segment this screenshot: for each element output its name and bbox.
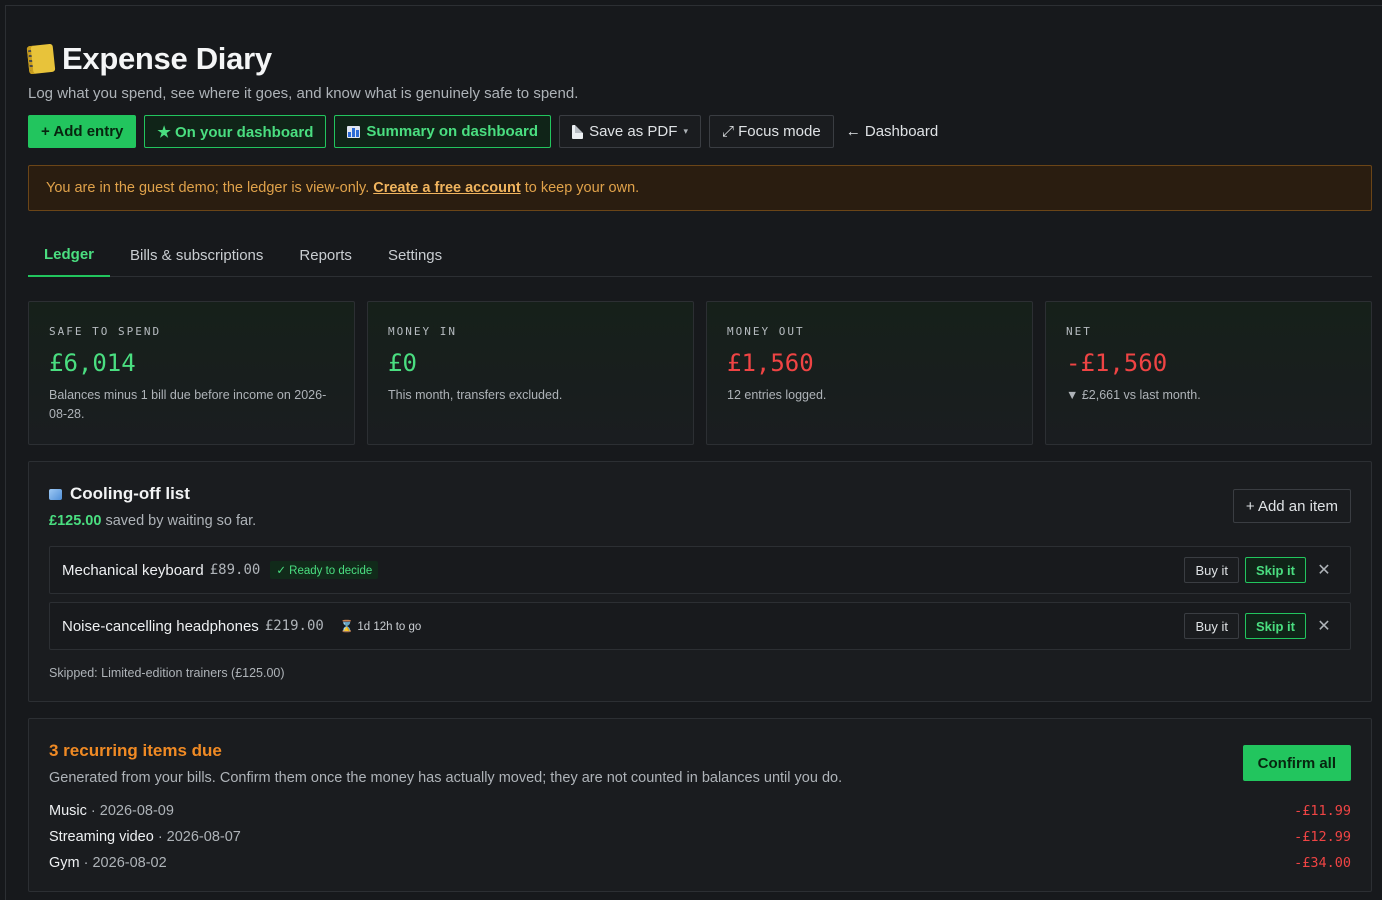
recurring-amount: -£12.99 — [1294, 829, 1351, 845]
stat-label: MONEY OUT — [727, 325, 805, 338]
item-price: £89.00 — [209, 562, 261, 578]
stat-note: This month, transfers excluded. — [388, 388, 563, 402]
tab-ledger[interactable]: Ledger — [28, 234, 111, 277]
stat-value: £1,560 — [727, 349, 814, 377]
stat-card-net: NET -£1,560 ▼ £2,661 vs last month. — [1045, 301, 1372, 445]
add-entry-button[interactable]: + Add entry — [28, 115, 137, 148]
stats-row: SAFE TO SPEND £6,014 Balances minus 1 bi… — [28, 301, 1372, 445]
saved-text: saved by waiting so far. — [105, 513, 257, 529]
recurring-amount: -£34.00 — [1294, 855, 1351, 871]
list-item: Streaming video · 2026-08-07 -£12.99 — [49, 824, 1351, 850]
bar-chart-icon — [347, 125, 361, 138]
stat-label: SAFE TO SPEND — [49, 325, 162, 338]
focus-mode-button[interactable]: ⤢ Focus mode — [708, 115, 834, 148]
item-name: Mechanical keyboard — [62, 561, 204, 579]
stat-card-safe-to-spend: SAFE TO SPEND £6,014 Balances minus 1 bi… — [28, 301, 355, 445]
app-frame: Expense Diary Log what you spend, see wh… — [5, 5, 1382, 900]
skip-it-button[interactable]: Skip it — [1244, 613, 1306, 639]
cooling-off-saved: £125.00 saved by waiting so far. — [49, 513, 1351, 529]
stat-note: 12 entries logged. — [727, 388, 827, 402]
recurring-name: Streaming video — [49, 829, 154, 845]
recurring-item-label: Music · 2026-08-09 — [49, 803, 174, 819]
save-pdf-button[interactable]: Save as PDF ▾ — [559, 115, 701, 148]
ice-cube-icon — [49, 488, 62, 500]
page-content: Expense Diary Log what you spend, see wh… — [26, 36, 1372, 892]
item-price: £219.00 — [264, 618, 324, 634]
cooling-off-card: Cooling-off list £125.00 saved by waitin… — [28, 461, 1372, 702]
summary-dashboard-button[interactable]: Summary on dashboard — [334, 115, 552, 148]
item-actions: Buy it Skip it ✕ — [1184, 557, 1336, 583]
recurring-date: · 2026-08-02 — [83, 855, 167, 871]
cooling-off-header: Cooling-off list — [49, 484, 1351, 504]
stat-card-money-out: MONEY OUT £1,560 12 entries logged. — [706, 301, 1033, 445]
list-item: Noise-cancelling headphones £219.00 ⌛ 1d… — [49, 602, 1351, 650]
skipped-note: Skipped: Limited-edition trainers (£125.… — [49, 666, 285, 680]
tab-settings[interactable]: Settings — [372, 234, 458, 277]
item-name: Noise-cancelling headphones — [62, 617, 259, 635]
stat-note: Balances minus 1 bill due before income … — [49, 388, 327, 421]
stat-value: £0 — [388, 349, 417, 377]
recurring-date: · 2026-08-09 — [90, 803, 174, 819]
recurring-item-label: Streaming video · 2026-08-07 — [49, 829, 241, 845]
recurring-description: Generated from your bills. Confirm them … — [49, 770, 843, 786]
stat-note: ▼ £2,661 vs last month. — [1066, 388, 1201, 402]
stat-label: MONEY IN — [388, 325, 457, 338]
recurring-list: Music · 2026-08-09 -£11.99 Streaming vid… — [49, 798, 1351, 876]
status-badge: ⌛ 1d 12h to go — [339, 621, 422, 633]
document-icon — [572, 124, 584, 139]
page-subtitle: Log what you spend, see where it goes, a… — [28, 85, 579, 102]
tab-bar: Ledger Bills & subscriptions Reports Set… — [28, 234, 1372, 277]
banner-suffix: to keep your own. — [524, 180, 640, 196]
tab-bills-subscriptions[interactable]: Bills & subscriptions — [114, 234, 279, 277]
saved-amount: £125.00 — [49, 513, 102, 529]
buy-it-button[interactable]: Buy it — [1184, 613, 1239, 639]
chevron-down-icon: ▾ — [683, 126, 688, 136]
stat-value: -£1,560 — [1066, 349, 1168, 377]
save-pdf-label: Save as PDF — [589, 123, 678, 140]
stat-value: £6,014 — [49, 349, 136, 377]
skip-it-button[interactable]: Skip it — [1244, 557, 1306, 583]
list-item: Mechanical keyboard £89.00 ✓ Ready to de… — [49, 546, 1351, 594]
buy-it-button[interactable]: Buy it — [1184, 557, 1239, 583]
status-badge: ✓ Ready to decide — [270, 561, 379, 579]
header: Expense Diary — [26, 36, 1372, 82]
recurring-card: 3 recurring items due Generated from you… — [28, 718, 1372, 892]
close-icon[interactable]: ✕ — [1312, 558, 1336, 582]
on-dashboard-button[interactable]: ★ On your dashboard — [144, 115, 327, 148]
add-item-button[interactable]: + Add an item — [1232, 489, 1351, 523]
tab-reports[interactable]: Reports — [283, 234, 368, 277]
page-title: Expense Diary — [62, 41, 272, 76]
cooling-off-title: Cooling-off list — [70, 484, 190, 503]
list-item: Music · 2026-08-09 -£11.99 — [49, 798, 1351, 824]
recurring-title: 3 recurring items due — [49, 741, 222, 760]
summary-dashboard-label: Summary on dashboard — [366, 123, 539, 140]
banner-text: You are in the guest demo; the ledger is… — [46, 180, 370, 196]
item-actions: Buy it Skip it ✕ — [1184, 613, 1336, 639]
create-account-link[interactable]: Create a free account — [373, 180, 520, 196]
stat-card-money-in: MONEY IN £0 This month, transfers exclud… — [367, 301, 694, 445]
recurring-item-label: Gym · 2026-08-02 — [49, 855, 167, 871]
confirm-all-button[interactable]: Confirm all — [1242, 745, 1351, 781]
toolbar: + Add entry ★ On your dashboard Summary … — [28, 115, 1372, 148]
stat-label: NET — [1066, 325, 1092, 338]
recurring-name: Gym — [49, 855, 80, 871]
guest-demo-banner: You are in the guest demo; the ledger is… — [28, 165, 1372, 211]
recurring-name: Music — [49, 803, 87, 819]
dashboard-link[interactable]: ← Dashboard — [842, 115, 943, 148]
recurring-date: · 2026-08-07 — [157, 829, 241, 845]
list-item: Gym · 2026-08-02 -£34.00 — [49, 850, 1351, 876]
notebook-icon — [26, 43, 56, 75]
recurring-amount: -£11.99 — [1294, 803, 1351, 819]
close-icon[interactable]: ✕ — [1312, 614, 1336, 638]
